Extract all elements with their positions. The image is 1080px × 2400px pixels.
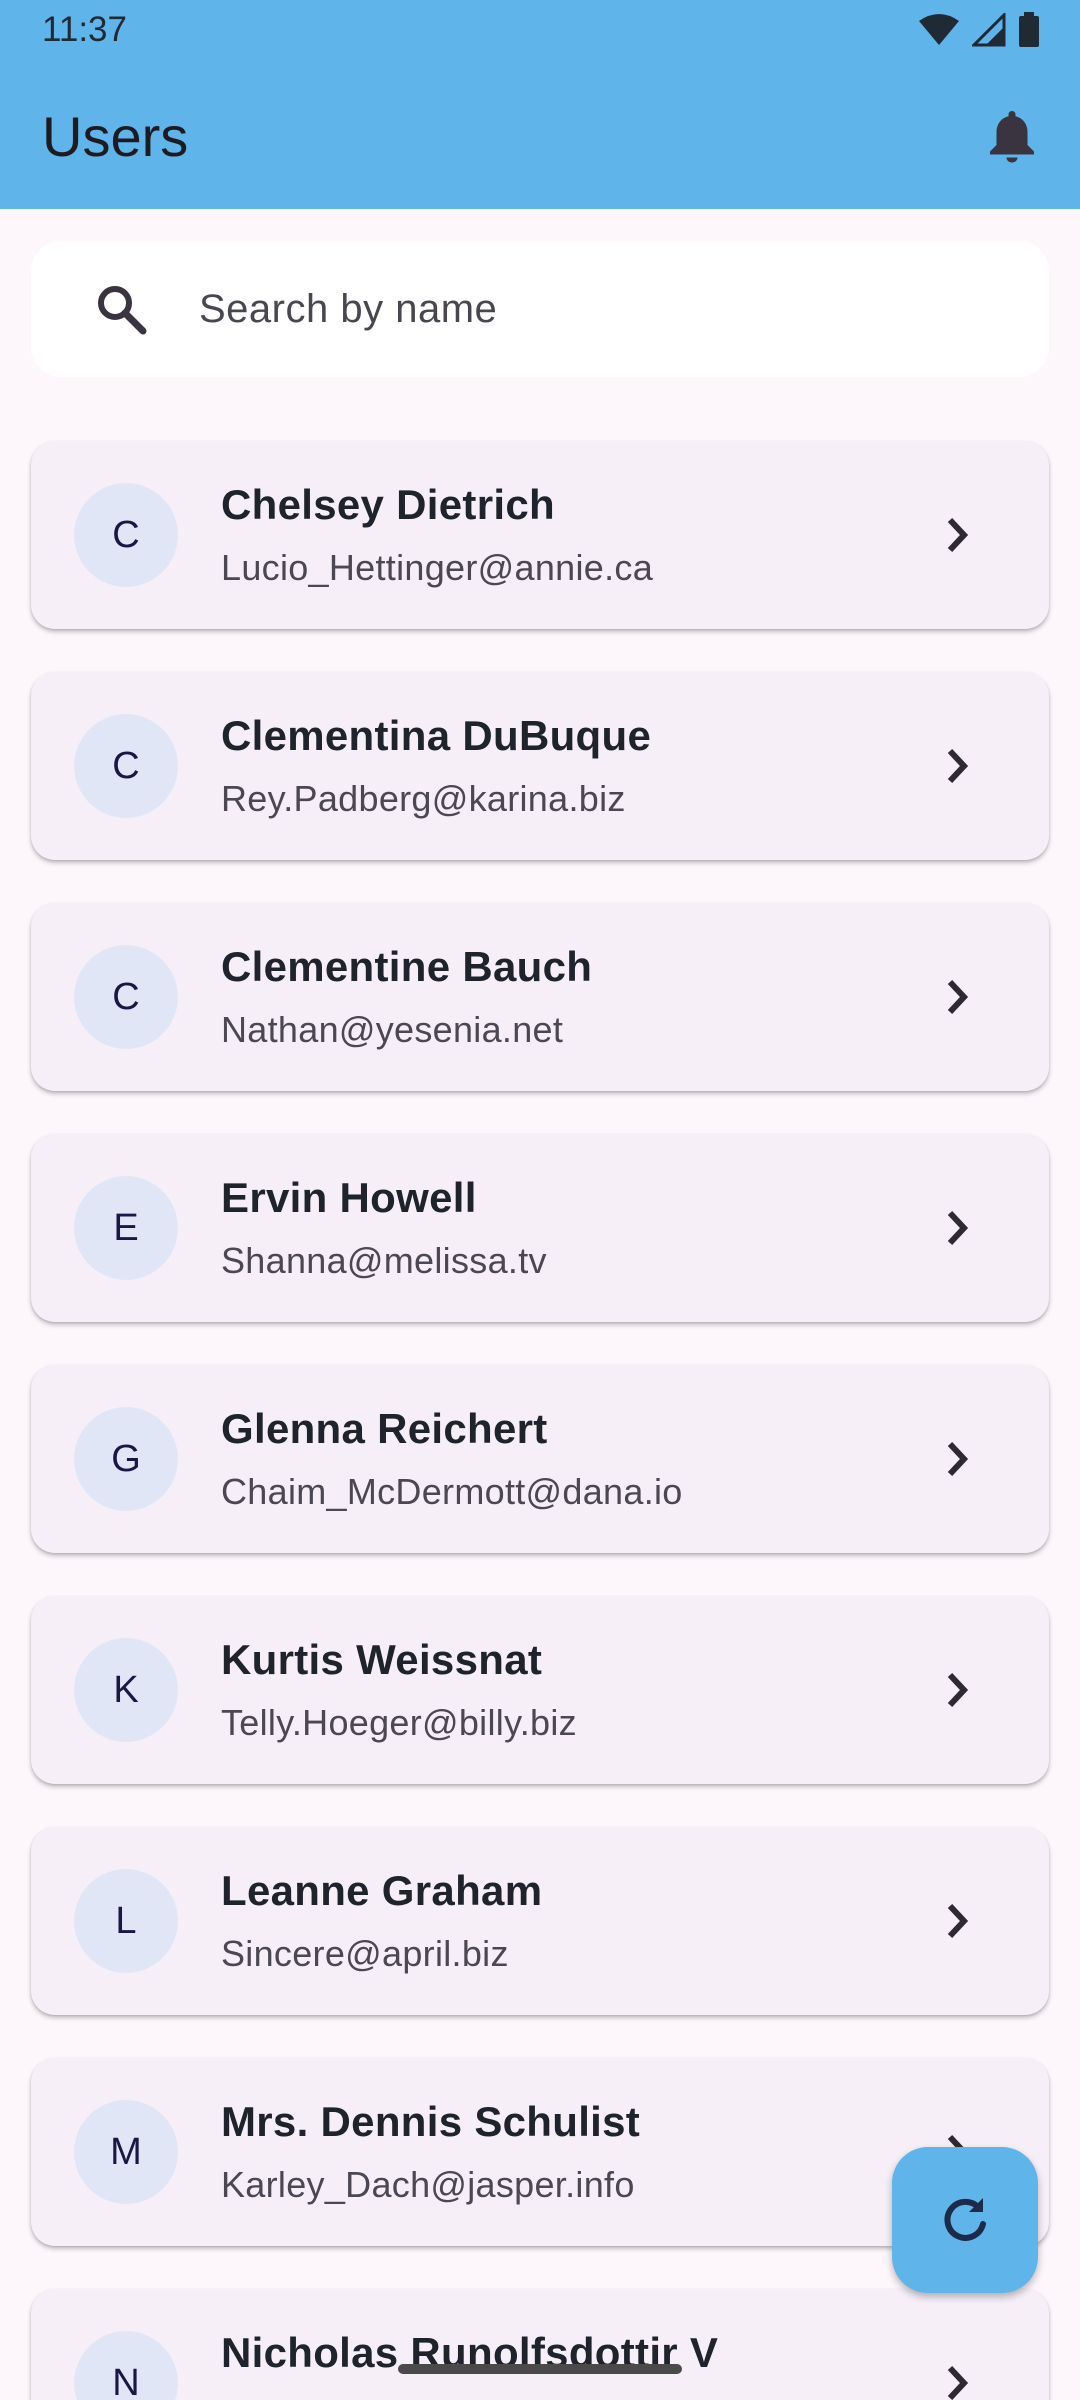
chevron-right-icon (947, 1210, 969, 1246)
refresh-button[interactable] (892, 2147, 1038, 2293)
chevron-right-icon (947, 1441, 969, 1477)
user-name: Chelsey Dietrich (221, 481, 555, 528)
user-name: Ervin Howell (221, 1174, 477, 1221)
avatar: M (74, 2100, 178, 2204)
user-name: Mrs. Dennis Schulist (221, 2098, 641, 2145)
chevron-right-icon (947, 1672, 969, 1708)
home-gesture-bar[interactable] (398, 2364, 682, 2374)
user-card[interactable]: C Clementina DuBuque Rey.Padberg@karina.… (31, 672, 1049, 860)
user-list: C Chelsey Dietrich Lucio_Hettinger@annie… (0, 0, 1080, 2400)
user-card[interactable]: C Chelsey Dietrich Lucio_Hettinger@annie… (31, 441, 1049, 629)
user-email: Nathan@yesenia.net (221, 1009, 564, 1050)
avatar: E (74, 1176, 178, 1280)
user-name: Kurtis Weissnat (221, 1636, 543, 1683)
avatar: C (74, 483, 178, 587)
user-name: Leanne Graham (221, 1867, 543, 1914)
users-screen: 11:37 Users Search by name C Chelsey Die… (0, 0, 1080, 2400)
avatar: G (74, 1407, 178, 1511)
avatar: L (74, 1869, 178, 1973)
user-email: Sincere@april.biz (221, 1933, 509, 1974)
user-name: Clementine Bauch (221, 943, 593, 990)
avatar: C (74, 945, 178, 1049)
user-card[interactable]: G Glenna Reichert Chaim_McDermott@dana.i… (31, 1365, 1049, 1553)
user-email: Rey.Padberg@karina.biz (221, 778, 626, 819)
user-email: Karley_Dach@jasper.info (221, 2164, 635, 2205)
user-card[interactable]: K Kurtis Weissnat Telly.Hoeger@billy.biz (31, 1596, 1049, 1784)
user-email: Chaim_McDermott@dana.io (221, 1471, 683, 1512)
user-name: Clementina DuBuque (221, 712, 652, 759)
avatar: N (74, 2331, 178, 2400)
user-card[interactable]: L Leanne Graham Sincere@april.biz (31, 1827, 1049, 2015)
chevron-right-icon (947, 517, 969, 553)
user-email: Shanna@melissa.tv (221, 1240, 547, 1281)
chevron-right-icon (947, 979, 969, 1015)
avatar: K (74, 1638, 178, 1742)
avatar: C (74, 714, 178, 818)
chevron-right-icon (947, 2365, 969, 2400)
user-card[interactable]: C Clementine Bauch Nathan@yesenia.net (31, 903, 1049, 1091)
refresh-icon (944, 2198, 986, 2241)
chevron-right-icon (947, 748, 969, 784)
user-email: Lucio_Hettinger@annie.ca (221, 547, 654, 588)
user-email: Telly.Hoeger@billy.biz (221, 1702, 577, 1743)
user-name: Glenna Reichert (221, 1405, 548, 1452)
user-card[interactable]: N Nicholas Runolfsdottir V (31, 2289, 1049, 2400)
user-card[interactable]: E Ervin Howell Shanna@melissa.tv (31, 1134, 1049, 1322)
chevron-right-icon (947, 1903, 969, 1939)
